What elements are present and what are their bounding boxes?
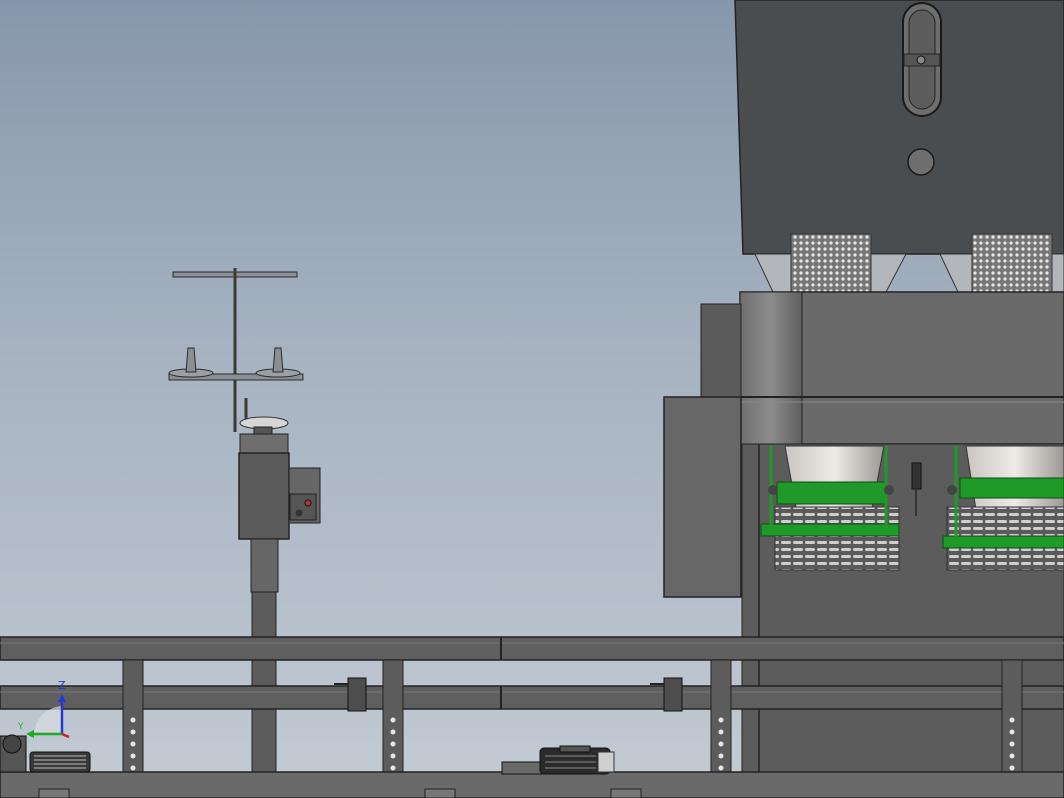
side-panel-upper[interactable] xyxy=(700,303,742,398)
spool-left xyxy=(168,347,214,378)
inspection-window[interactable] xyxy=(902,2,942,117)
assembly-model[interactable] xyxy=(0,0,1064,798)
sewing-head[interactable] xyxy=(238,433,321,775)
thread-stand[interactable] xyxy=(168,268,304,436)
port-cap[interactable] xyxy=(907,148,935,176)
spool-right xyxy=(255,347,301,378)
hopper-body[interactable] xyxy=(734,0,1064,255)
drive-motor-center[interactable] xyxy=(501,745,615,775)
cad-3d-viewport[interactable]: Z Y xyxy=(0,0,1064,798)
perforated-screen-right xyxy=(971,233,1053,293)
drive-motor-left[interactable] xyxy=(0,734,91,773)
z-axis-label: Z xyxy=(58,679,66,692)
control-cabinet[interactable] xyxy=(663,396,742,598)
x-axis-arrow xyxy=(61,732,70,739)
y-axis-label: Y xyxy=(18,722,24,732)
perforated-screen-left xyxy=(790,233,872,293)
base-rail xyxy=(0,771,1064,798)
